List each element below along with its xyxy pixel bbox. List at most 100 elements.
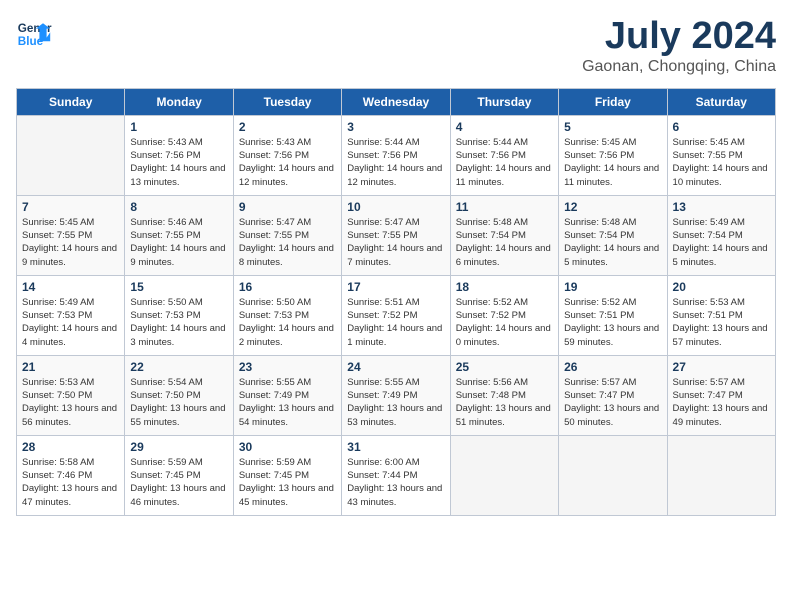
day-info: Sunrise: 5:55 AMSunset: 7:49 PMDaylight:… — [347, 376, 444, 429]
day-info: Sunrise: 5:45 AMSunset: 7:56 PMDaylight:… — [564, 136, 661, 189]
calendar-cell: 11 Sunrise: 5:48 AMSunset: 7:54 PMDayligh… — [450, 195, 558, 275]
day-number: 25 — [456, 360, 553, 374]
calendar-cell: 20 Sunrise: 5:53 AMSunset: 7:51 PMDayligh… — [667, 275, 775, 355]
calendar-cell: 23Sunrise: 5:55 AMSunset: 7:49 PMDayligh… — [233, 355, 341, 435]
day-number: 24 — [347, 360, 444, 374]
day-number: 11 — [456, 200, 553, 214]
day-number: 6 — [673, 120, 770, 134]
day-number: 3 — [347, 120, 444, 134]
day-number: 2 — [239, 120, 336, 134]
calendar-cell: 8Sunrise: 5:46 AMSunset: 7:55 PMDaylight… — [125, 195, 233, 275]
day-info: Sunrise: 5:49 AMSunset: 7:53 PMDaylight:… — [22, 296, 119, 349]
calendar-cell: 14Sunrise: 5:49 AMSunset: 7:53 PMDayligh… — [17, 275, 125, 355]
day-info: Sunrise: 5:59 AMSunset: 7:45 PMDaylight:… — [239, 456, 336, 509]
day-info: Sunrise: 5:52 AMSunset: 7:51 PMDaylight:… — [564, 296, 661, 349]
day-number: 21 — [22, 360, 119, 374]
calendar-cell: 25 Sunrise: 5:56 AMSunset: 7:48 PMDayligh… — [450, 355, 558, 435]
day-of-week-header: Friday — [559, 88, 667, 115]
day-info: Sunrise: 5:58 AMSunset: 7:46 PMDaylight:… — [22, 456, 119, 509]
day-info: Sunrise: 5:59 AMSunset: 7:45 PMDaylight:… — [130, 456, 227, 509]
page-header: General Blue July 2024 Gaonan, Chongqing… — [16, 16, 776, 76]
day-info: Sunrise: 5:48 AMSunset: 7:54 PMDaylight:… — [564, 216, 661, 269]
day-number: 10 — [347, 200, 444, 214]
day-number: 12 — [564, 200, 661, 214]
day-number: 1 — [130, 120, 227, 134]
day-number: 5 — [564, 120, 661, 134]
day-info: Sunrise: 5:47 AMSunset: 7:55 PMDaylight:… — [347, 216, 444, 269]
day-info: Sunrise: 5:48 AMSunset: 7:54 PMDaylight:… — [456, 216, 553, 269]
day-number: 18 — [456, 280, 553, 294]
calendar-cell: 10 Sunrise: 5:47 AMSunset: 7:55 PMDayligh… — [342, 195, 450, 275]
calendar-cell: 27 Sunrise: 5:57 AMSunset: 7:47 PMDayligh… — [667, 355, 775, 435]
calendar-week-row: 28Sunrise: 5:58 AMSunset: 7:46 PMDayligh… — [17, 435, 776, 515]
calendar-cell: 16 Sunrise: 5:50 AMSunset: 7:53 PMDayligh… — [233, 275, 341, 355]
calendar-week-row: 7 Sunrise: 5:45 AMSunset: 7:55 PMDaylight… — [17, 195, 776, 275]
calendar-cell — [450, 435, 558, 515]
day-info: Sunrise: 5:54 AMSunset: 7:50 PMDaylight:… — [130, 376, 227, 429]
day-number: 30 — [239, 440, 336, 454]
day-info: Sunrise: 5:51 AMSunset: 7:52 PMDaylight:… — [347, 296, 444, 349]
day-info: Sunrise: 5:52 AMSunset: 7:52 PMDaylight:… — [456, 296, 553, 349]
calendar-cell: 2 Sunrise: 5:43 AMSunset: 7:56 PMDaylight… — [233, 115, 341, 195]
day-info: Sunrise: 5:43 AMSunset: 7:56 PMDaylight:… — [239, 136, 336, 189]
day-info: Sunrise: 5:47 AMSunset: 7:55 PMDaylight:… — [239, 216, 336, 269]
calendar-cell: 3 Sunrise: 5:44 AMSunset: 7:56 PMDaylight… — [342, 115, 450, 195]
day-number: 16 — [239, 280, 336, 294]
day-info: Sunrise: 5:49 AMSunset: 7:54 PMDaylight:… — [673, 216, 770, 269]
day-number: 4 — [456, 120, 553, 134]
logo-icon: General Blue — [16, 16, 52, 52]
calendar-cell: 12 Sunrise: 5:48 AMSunset: 7:54 PMDayligh… — [559, 195, 667, 275]
day-of-week-header: Sunday — [17, 88, 125, 115]
day-info: Sunrise: 5:53 AMSunset: 7:51 PMDaylight:… — [673, 296, 770, 349]
day-info: Sunrise: 5:50 AMSunset: 7:53 PMDaylight:… — [239, 296, 336, 349]
day-number: 31 — [347, 440, 444, 454]
calendar-cell: 9Sunrise: 5:47 AMSunset: 7:55 PMDaylight… — [233, 195, 341, 275]
day-info: Sunrise: 5:46 AMSunset: 7:55 PMDaylight:… — [130, 216, 227, 269]
day-number: 27 — [673, 360, 770, 374]
day-of-week-header: Wednesday — [342, 88, 450, 115]
calendar-cell: 29 Sunrise: 5:59 AMSunset: 7:45 PMDayligh… — [125, 435, 233, 515]
calendar-cell: 19Sunrise: 5:52 AMSunset: 7:51 PMDayligh… — [559, 275, 667, 355]
calendar-cell: 18 Sunrise: 5:52 AMSunset: 7:52 PMDayligh… — [450, 275, 558, 355]
day-info: Sunrise: 5:44 AMSunset: 7:56 PMDaylight:… — [456, 136, 553, 189]
day-info: Sunrise: 5:57 AMSunset: 7:47 PMDaylight:… — [564, 376, 661, 429]
day-number: 26 — [564, 360, 661, 374]
calendar-week-row: 14Sunrise: 5:49 AMSunset: 7:53 PMDayligh… — [17, 275, 776, 355]
day-info: Sunrise: 5:57 AMSunset: 7:47 PMDaylight:… — [673, 376, 770, 429]
day-of-week-header: Saturday — [667, 88, 775, 115]
calendar-week-row: 21Sunrise: 5:53 AMSunset: 7:50 PMDayligh… — [17, 355, 776, 435]
calendar-cell: 28Sunrise: 5:58 AMSunset: 7:46 PMDayligh… — [17, 435, 125, 515]
month-title: July 2024 — [582, 16, 776, 58]
day-info: Sunrise: 5:50 AMSunset: 7:53 PMDaylight:… — [130, 296, 227, 349]
location: Gaonan, Chongqing, China — [582, 58, 776, 76]
day-number: 20 — [673, 280, 770, 294]
day-info: Sunrise: 6:00 AMSunset: 7:44 PMDaylight:… — [347, 456, 444, 509]
day-number: 29 — [130, 440, 227, 454]
day-number: 22 — [130, 360, 227, 374]
svg-text:General: General — [18, 22, 52, 35]
calendar-cell: 22 Sunrise: 5:54 AMSunset: 7:50 PMDayligh… — [125, 355, 233, 435]
calendar-cell: 30 Sunrise: 5:59 AMSunset: 7:45 PMDayligh… — [233, 435, 341, 515]
day-number: 15 — [130, 280, 227, 294]
calendar-cell: 4 Sunrise: 5:44 AMSunset: 7:56 PMDaylight… — [450, 115, 558, 195]
day-info: Sunrise: 5:56 AMSunset: 7:48 PMDaylight:… — [456, 376, 553, 429]
day-number: 13 — [673, 200, 770, 214]
logo: General Blue — [16, 16, 52, 52]
day-info: Sunrise: 5:44 AMSunset: 7:56 PMDaylight:… — [347, 136, 444, 189]
day-info: Sunrise: 5:43 AMSunset: 7:56 PMDaylight:… — [130, 136, 227, 189]
title-block: July 2024 Gaonan, Chongqing, China — [582, 16, 776, 76]
calendar-week-row: 1 Sunrise: 5:43 AMSunset: 7:56 PMDaylight… — [17, 115, 776, 195]
calendar-cell: 21Sunrise: 5:53 AMSunset: 7:50 PMDayligh… — [17, 355, 125, 435]
day-info: Sunrise: 5:45 AMSunset: 7:55 PMDaylight:… — [673, 136, 770, 189]
day-number: 7 — [22, 200, 119, 214]
day-number: 23 — [239, 360, 336, 374]
calendar-cell: 31 Sunrise: 6:00 AMSunset: 7:44 PMDayligh… — [342, 435, 450, 515]
day-of-week-header: Tuesday — [233, 88, 341, 115]
day-number: 17 — [347, 280, 444, 294]
day-info: Sunrise: 5:45 AMSunset: 7:55 PMDaylight:… — [22, 216, 119, 269]
calendar-table: SundayMondayTuesdayWednesdayThursdayFrid… — [16, 88, 776, 516]
calendar-cell: 13 Sunrise: 5:49 AMSunset: 7:54 PMDayligh… — [667, 195, 775, 275]
day-of-week-header: Thursday — [450, 88, 558, 115]
calendar-cell — [667, 435, 775, 515]
calendar-cell — [559, 435, 667, 515]
